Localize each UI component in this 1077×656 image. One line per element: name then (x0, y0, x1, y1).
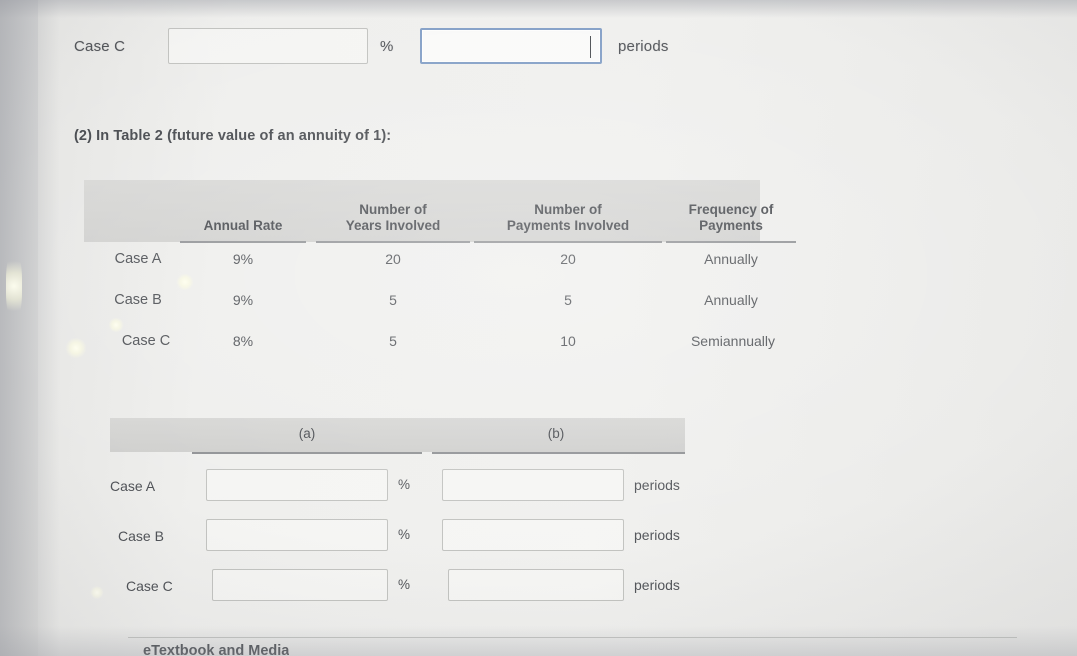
periods-label-case-a: periods (634, 477, 680, 493)
footer-divider (128, 637, 1017, 638)
periods-label-case-c: periods (634, 577, 680, 593)
data-table-body: Case A 9% 20 20 Annually Case B 9% 5 5 A… (84, 242, 775, 365)
header-years-involved: Number of Years Involved (316, 202, 470, 234)
case-c-top-row: Case C % periods (74, 28, 669, 64)
row-years: 5 (389, 333, 397, 349)
row-annual-rate: 9% (232, 292, 254, 308)
row-years: 5 (389, 292, 397, 308)
answers-header-row: (a) (b) (110, 418, 685, 454)
percent-symbol-case-b: % (398, 527, 411, 542)
case-c-top-label: Case C (74, 37, 126, 55)
row-payments: 20 (560, 251, 576, 267)
data-table-header-row: Annual Rate Number of Years Involved Num… (84, 180, 796, 243)
row-frequency: Annually (704, 251, 758, 267)
row-case-label: Case C (121, 333, 171, 349)
answer-rate-input-case-a[interactable] (206, 469, 388, 501)
header-years-line1: Number of (359, 202, 427, 217)
table-row: Case C 8% 5 10 Semiannually (84, 324, 775, 365)
answer-row-case-label: Case A (110, 478, 156, 494)
header-payments-line1: Number of (534, 202, 602, 217)
header-annual-rate: Annual Rate (203, 218, 283, 233)
case-c-rate-input[interactable] (168, 28, 368, 64)
answer-row-case-label: Case B (118, 528, 164, 544)
table-row: Case B 9% 5 5 Annually (84, 283, 760, 324)
answer-periods-input-case-a[interactable] (442, 469, 624, 501)
answer-periods-input-case-c[interactable] (448, 569, 624, 601)
table-row: Case A 9% 20 20 Annually (84, 242, 760, 283)
assignment-content: Case C % periods (2) In Table 2 (future … (0, 0, 1077, 656)
header-payments-involved: Number of Payments Involved (474, 202, 662, 234)
header-frequency-payments: Frequency of Payments (666, 202, 796, 234)
photographed-screen: Case C % periods (2) In Table 2 (future … (0, 0, 1077, 656)
row-payments: 10 (560, 333, 576, 349)
answer-row-case-label: Case C (126, 578, 173, 594)
periods-label-case-b: periods (634, 527, 680, 543)
annuity-data-table: Annual Rate Number of Years Involved Num… (84, 180, 796, 365)
row-frequency: Semiannually (690, 333, 776, 349)
header-frequency-line1: Frequency of (688, 202, 774, 217)
row-case-label: Case A (114, 251, 162, 267)
row-payments: 5 (564, 292, 572, 308)
answer-row: Case A % periods (110, 464, 685, 514)
etextbook-and-media-link[interactable]: eTextbook and Media (143, 643, 289, 656)
answers-rule-a (192, 452, 422, 454)
answer-periods-input-case-b[interactable] (442, 519, 624, 551)
answer-rate-input-case-b[interactable] (206, 519, 388, 551)
answer-rate-input-case-c[interactable] (212, 569, 388, 601)
header-payments-line2: Payments Involved (506, 218, 630, 233)
case-c-periods-input[interactable] (420, 28, 602, 64)
row-annual-rate: 8% (232, 333, 254, 349)
percent-symbol-top: % (380, 37, 394, 55)
answers-rule-b (432, 452, 685, 454)
row-case-label: Case B (114, 292, 162, 308)
question-prompt: (2) In Table 2 (future value of an annui… (74, 128, 392, 144)
answer-row: Case C % periods (110, 564, 685, 614)
header-frequency-line2: Payments (699, 218, 763, 233)
periods-label-top: periods (618, 37, 669, 55)
percent-symbol-case-a: % (398, 477, 411, 492)
answers-header-a: (a) (298, 426, 316, 441)
percent-symbol-case-c: % (398, 577, 411, 592)
text-cursor (590, 36, 591, 58)
header-years-line2: Years Involved (345, 218, 441, 233)
answer-row: Case B % periods (110, 514, 685, 564)
answers-table: (a) (b) Case A % periods Case B % period… (110, 418, 685, 614)
row-frequency: Annually (704, 292, 758, 308)
answers-header-b: (b) (547, 426, 565, 441)
row-years: 20 (385, 251, 401, 267)
row-annual-rate: 9% (232, 251, 254, 267)
